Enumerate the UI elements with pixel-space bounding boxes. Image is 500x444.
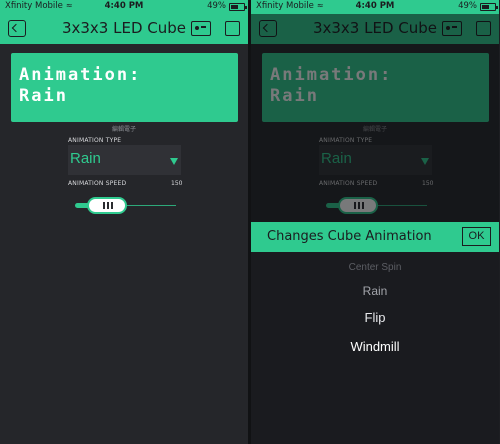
status-bar: Xfinity Mobile ≈ 4:40 PM 49%: [251, 0, 499, 14]
battery-icon: [229, 3, 247, 11]
picker-header: Changes Cube Animation OK: [251, 222, 499, 252]
right-screen: Xfinity Mobile≈ 4:40 PM 49% 3x3x3 LED Cu…: [251, 0, 499, 444]
animation-type-dropdown[interactable]: Rain: [68, 145, 181, 175]
lcd-line-1: Animation:: [19, 65, 142, 85]
slider-grip-line: [111, 202, 113, 209]
picker-option-windmill[interactable]: Windmill: [251, 339, 499, 354]
ok-button[interactable]: OK: [462, 227, 491, 246]
slider-grip-line: [107, 202, 109, 209]
slider-track[interactable]: [124, 205, 176, 206]
slider-thumb[interactable]: [87, 197, 127, 214]
lcd-line-2: Rain: [19, 86, 68, 106]
square-icon[interactable]: [225, 21, 240, 36]
device-icon[interactable]: [191, 21, 211, 36]
lcd-caption: 編輯電子: [111, 126, 136, 133]
battery-percent: 49%: [458, 1, 477, 11]
picker-title: Changes Cube Animation: [267, 229, 432, 244]
dropdown-arrow-icon: [170, 158, 178, 165]
app-header: 3x3x3 LED Cube: [0, 14, 248, 44]
status-bar: Xfinity Mobile ≈ 4:40 PM 49%: [0, 0, 248, 14]
left-screen: Xfinity Mobile ≈ 4:40 PM 49% 3x3x3 LED Cu…: [0, 0, 248, 444]
battery-percent: 49%: [207, 1, 226, 11]
animation-type-label: ANIMATION TYPE: [68, 137, 122, 144]
animation-speed-label: ANIMATION SPEED: [68, 180, 127, 187]
animation-speed-value: 150: [171, 180, 183, 187]
animation-type-value: Rain: [70, 150, 101, 167]
slider-grip-icon: [103, 202, 105, 209]
picker-option-rain[interactable]: Rain: [251, 284, 499, 298]
battery-icon: [480, 3, 498, 11]
lcd-display: Animation: Rain: [11, 53, 238, 122]
picker-option-flip[interactable]: Flip: [251, 310, 499, 325]
picker-option-center-spin[interactable]: Center Spin: [251, 262, 499, 273]
animation-picker[interactable]: Center Spin Rain Flip Windmill: [251, 252, 499, 444]
